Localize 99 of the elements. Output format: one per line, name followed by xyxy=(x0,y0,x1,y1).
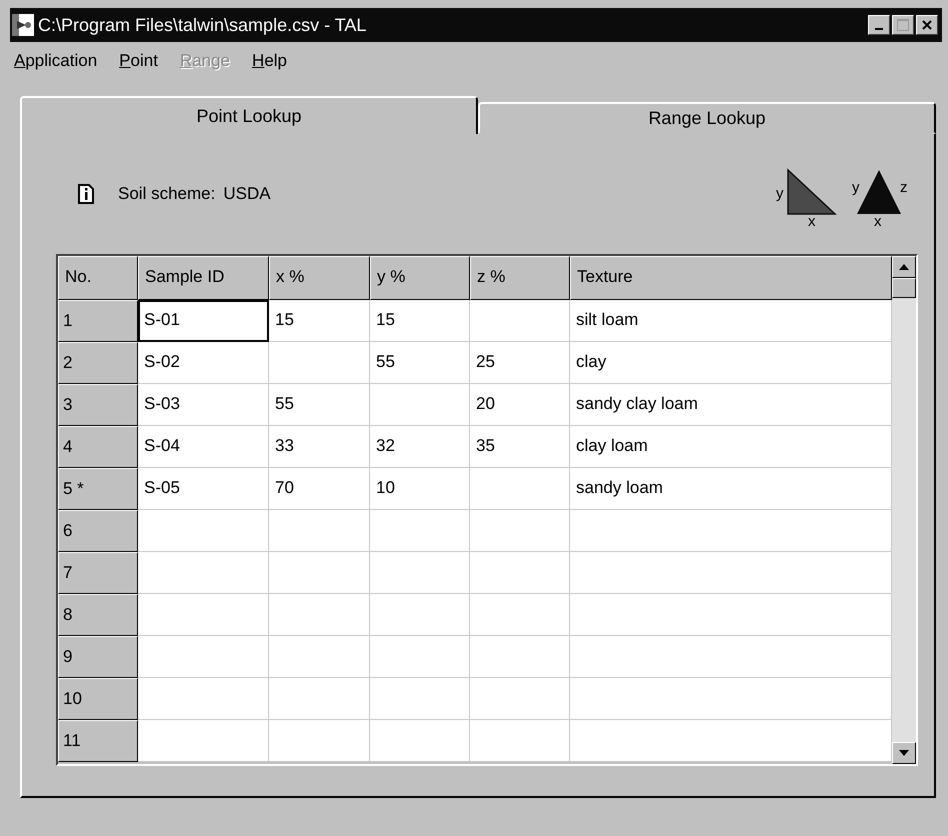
maximize-button[interactable] xyxy=(892,15,914,35)
table-cell[interactable] xyxy=(370,594,470,636)
table-cell[interactable] xyxy=(470,720,570,762)
close-button[interactable] xyxy=(916,15,938,35)
axis-label: x xyxy=(874,213,882,226)
up-arrow-icon xyxy=(899,264,909,270)
info-icon xyxy=(78,184,94,204)
table-cell[interactable]: 25 xyxy=(470,342,570,384)
scroll-up-button[interactable] xyxy=(892,256,916,278)
table-cell[interactable] xyxy=(269,342,370,384)
table-cell[interactable]: 15 xyxy=(269,300,370,342)
column-header[interactable]: y % xyxy=(370,256,470,300)
table-cell[interactable] xyxy=(138,510,269,552)
scheme-label: Soil scheme: xyxy=(118,183,216,206)
table-cell[interactable] xyxy=(370,384,470,426)
table-cell[interactable] xyxy=(269,510,370,552)
table-cell[interactable]: S-05 xyxy=(138,468,269,510)
table-cell[interactable] xyxy=(470,510,570,552)
table-cell[interactable]: 15 xyxy=(370,300,470,342)
table-cell[interactable] xyxy=(370,636,470,678)
table-cell[interactable]: S-03 xyxy=(138,384,269,426)
row-header[interactable]: 11 xyxy=(58,720,138,762)
table-cell[interactable] xyxy=(269,678,370,720)
table-cell[interactable] xyxy=(370,510,470,552)
row-header[interactable]: 5 * xyxy=(58,468,138,510)
app-icon xyxy=(12,14,34,36)
table-cell[interactable] xyxy=(470,636,570,678)
table-cell[interactable]: clay loam xyxy=(570,426,892,468)
table-cell[interactable] xyxy=(138,636,269,678)
table-cell[interactable]: S-02 xyxy=(138,342,269,384)
axis-label: y xyxy=(852,179,860,196)
row-header[interactable]: 2 xyxy=(58,342,138,384)
row-header[interactable]: 1 xyxy=(58,300,138,342)
table-cell[interactable] xyxy=(470,552,570,594)
maximize-icon xyxy=(897,19,909,31)
table-cell[interactable] xyxy=(470,678,570,720)
table-cell[interactable] xyxy=(570,594,892,636)
scheme-value: USDA xyxy=(223,183,271,206)
menu-item[interactable]: Point xyxy=(119,48,158,74)
tab[interactable]: Point Lookup xyxy=(20,96,478,134)
row-header[interactable]: 7 xyxy=(58,552,138,594)
table-cell[interactable]: 55 xyxy=(370,342,470,384)
tab[interactable]: Range Lookup xyxy=(478,102,936,134)
table-cell[interactable] xyxy=(138,594,269,636)
row-header[interactable]: 3 xyxy=(58,384,138,426)
table-cell[interactable]: 10 xyxy=(370,468,470,510)
table-cell[interactable] xyxy=(269,720,370,762)
table-cell[interactable] xyxy=(138,552,269,594)
row-header[interactable]: 10 xyxy=(58,678,138,720)
axis-label: y xyxy=(776,185,784,202)
table-cell[interactable]: silt loam xyxy=(570,300,892,342)
menu-item[interactable]: Help xyxy=(252,48,288,74)
row-header[interactable]: 8 xyxy=(58,594,138,636)
table-cell[interactable]: clay xyxy=(570,342,892,384)
axis-label: z xyxy=(900,179,908,196)
row-header[interactable]: 6 xyxy=(58,510,138,552)
scroll-thumb[interactable] xyxy=(892,278,916,298)
row-header[interactable]: 4 xyxy=(58,426,138,468)
table-cell[interactable]: S-01 xyxy=(138,300,269,342)
table-cell[interactable] xyxy=(570,636,892,678)
table-cell[interactable] xyxy=(570,720,892,762)
table-cell[interactable]: 33 xyxy=(269,426,370,468)
table-cell[interactable] xyxy=(370,678,470,720)
scroll-down-button[interactable] xyxy=(892,742,916,764)
down-arrow-icon xyxy=(899,750,909,756)
table-cell[interactable] xyxy=(470,594,570,636)
column-header[interactable]: z % xyxy=(470,256,570,300)
table-cell[interactable] xyxy=(470,468,570,510)
table-cell[interactable]: 20 xyxy=(470,384,570,426)
column-header[interactable]: Texture xyxy=(570,256,892,300)
table-cell[interactable]: sandy clay loam xyxy=(570,384,892,426)
scrollbar[interactable] xyxy=(892,256,916,764)
table-cell[interactable] xyxy=(269,636,370,678)
column-header[interactable]: x % xyxy=(269,256,370,300)
table-cell[interactable] xyxy=(138,720,269,762)
menu-item[interactable]: Application xyxy=(14,48,98,74)
table-cell[interactable] xyxy=(570,678,892,720)
window-title: C:\Program Files\talwin\sample.csv - TAL xyxy=(38,14,366,37)
table-cell[interactable] xyxy=(269,594,370,636)
minimize-icon xyxy=(875,28,883,30)
table-cell[interactable] xyxy=(470,300,570,342)
table-cell[interactable] xyxy=(570,510,892,552)
column-header[interactable]: No. xyxy=(58,256,138,300)
table-cell[interactable] xyxy=(370,552,470,594)
table-cell[interactable]: 55 xyxy=(269,384,370,426)
table-cell[interactable] xyxy=(138,678,269,720)
close-icon xyxy=(922,20,932,30)
axis-label: x xyxy=(808,213,816,226)
minimize-button[interactable] xyxy=(868,15,890,35)
table-cell[interactable]: S-04 xyxy=(138,426,269,468)
table-cell[interactable]: 35 xyxy=(470,426,570,468)
row-header[interactable]: 9 xyxy=(58,636,138,678)
table-cell[interactable]: sandy loam xyxy=(570,468,892,510)
table-cell[interactable] xyxy=(370,720,470,762)
table-cell[interactable] xyxy=(269,552,370,594)
table-cell[interactable]: 32 xyxy=(370,426,470,468)
column-header[interactable]: Sample ID xyxy=(138,256,269,300)
table-cell[interactable] xyxy=(570,552,892,594)
table-cell[interactable]: 70 xyxy=(269,468,370,510)
